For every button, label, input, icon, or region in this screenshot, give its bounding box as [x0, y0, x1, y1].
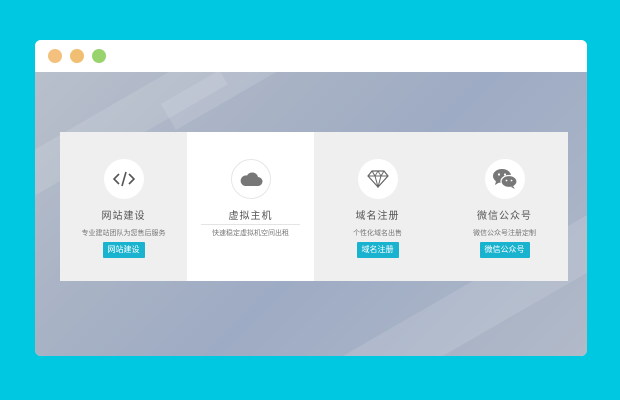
close-window-button[interactable] — [48, 49, 62, 63]
card-description: 快速稳定虚拟机空间出租 — [212, 229, 289, 237]
website-building-button[interactable]: 网站建设 — [102, 242, 145, 258]
wechat-account-button[interactable]: 微信公众号 — [479, 242, 530, 258]
code-icon — [104, 159, 144, 199]
card-description: 专业建站团队为您售后服务 — [81, 229, 166, 237]
service-card-website[interactable]: 网站建设 专业建站团队为您售后服务 网站建设 — [60, 132, 187, 281]
service-card-virtual-host[interactable]: 虚拟主机 快速稳定虚拟机空间出租 — [187, 132, 314, 281]
domain-registration-button[interactable]: 域名注册 — [356, 242, 399, 258]
card-divider — [201, 224, 300, 225]
service-card-wechat[interactable]: 微信公众号 微信公众号注册定制 微信公众号 — [441, 132, 568, 281]
maximize-window-button[interactable] — [92, 49, 106, 63]
card-title: 微信公众号 — [477, 211, 532, 222]
services-panel: 网站建设 专业建站团队为您售后服务 网站建设 虚拟主机 快速稳定虚拟机空间出租 — [60, 132, 568, 281]
content-area: 网站建设 专业建站团队为您售后服务 网站建设 虚拟主机 快速稳定虚拟机空间出租 — [35, 72, 587, 356]
service-card-domain[interactable]: 域名注册 个性化域名出售 域名注册 — [314, 132, 441, 281]
minimize-window-button[interactable] — [70, 49, 84, 63]
browser-window: 网站建设 专业建站团队为您售后服务 网站建设 虚拟主机 快速稳定虚拟机空间出租 — [35, 40, 587, 356]
card-title: 虚拟主机 — [228, 211, 273, 222]
card-description: 微信公众号注册定制 — [473, 229, 536, 237]
card-description: 个性化域名出售 — [353, 229, 402, 237]
diamond-icon — [358, 159, 398, 199]
cloud-icon — [231, 159, 271, 199]
window-titlebar — [35, 40, 587, 72]
wechat-icon — [485, 159, 525, 199]
card-title: 网站建设 — [101, 211, 146, 222]
card-title: 域名注册 — [355, 211, 400, 222]
